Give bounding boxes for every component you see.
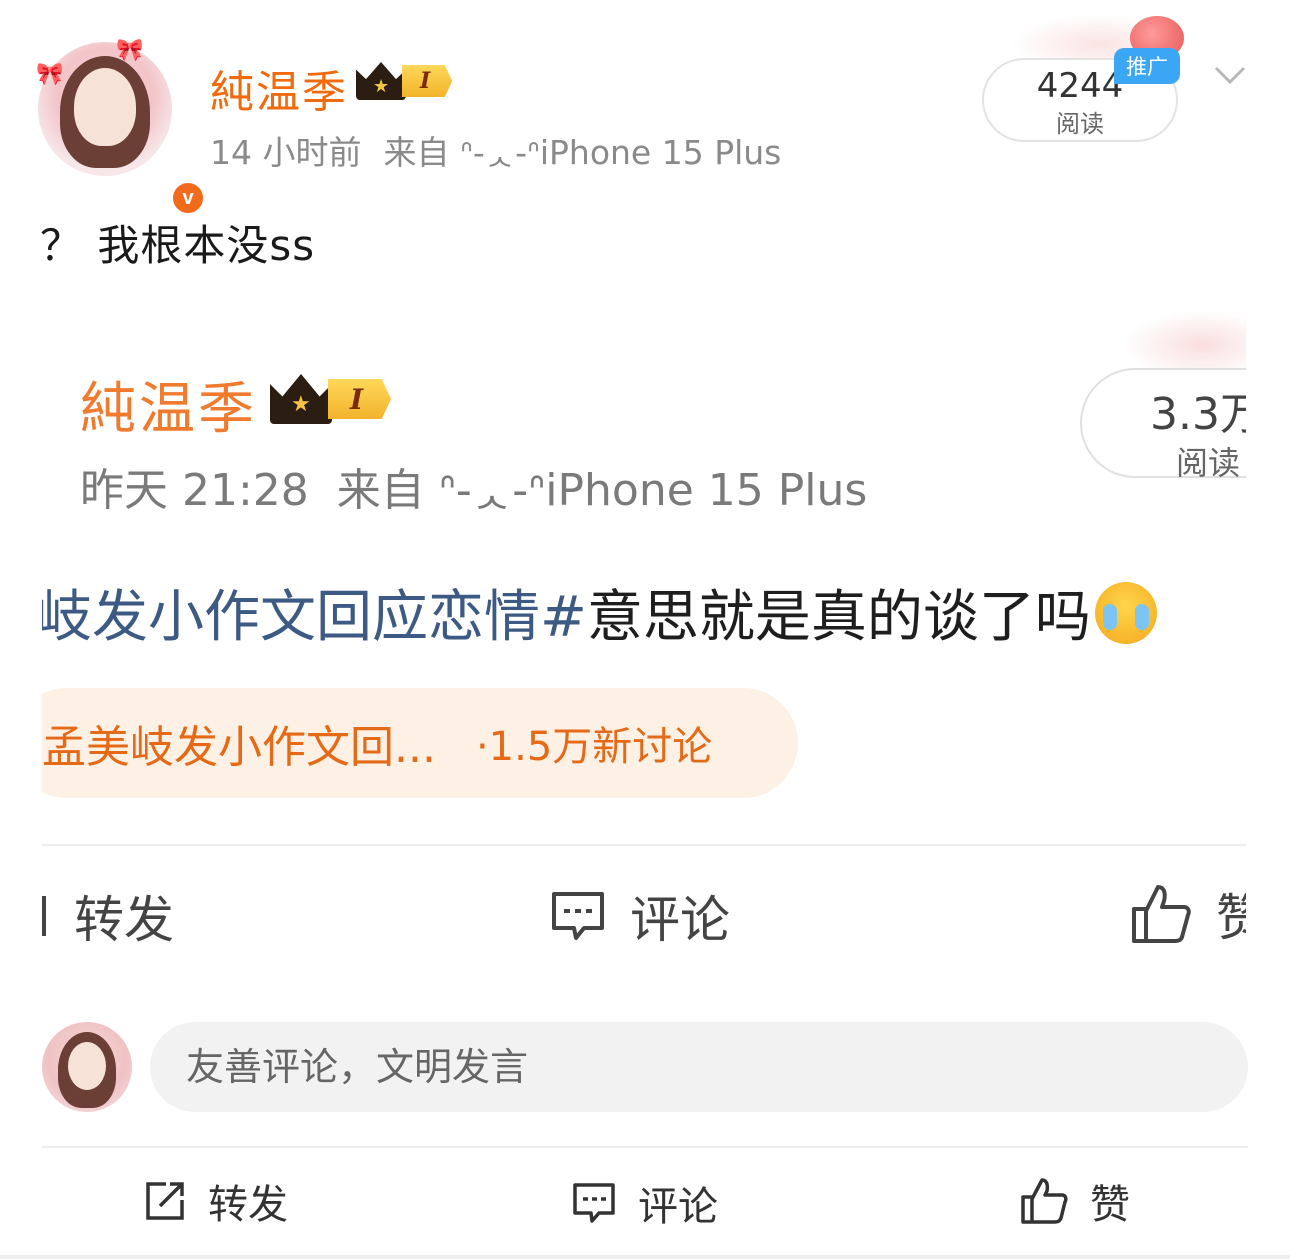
comment-button[interactable]: 评论 <box>572 1174 718 1232</box>
repost-icon <box>146 1182 184 1220</box>
embedded-level-badge: ★ I <box>270 374 392 424</box>
crown-icon: ★ <box>356 62 406 100</box>
embedded-comment: 评论 <box>550 880 730 952</box>
comment-label: 评论 <box>638 1184 718 1230</box>
embedded-comment-label: 评论 <box>630 891 730 949</box>
post-meta: 14 小时前 来自 ᐢ-ᆺ-ᐢiPhone 15 Plus <box>210 126 781 174</box>
divider <box>42 1146 1248 1148</box>
username[interactable]: 純温季 <box>210 56 348 120</box>
post-source: 来自 ᐢ-ᆺ-ᐢiPhone 15 Plus <box>383 133 782 172</box>
comment-input[interactable] <box>150 1022 1248 1112</box>
thumbs-up-icon <box>1132 885 1191 943</box>
level-tag: I <box>402 65 453 97</box>
read-label: 阅读 <box>1056 110 1104 138</box>
repost-icon <box>42 896 46 936</box>
promo-badge: 推广 <box>1114 48 1180 84</box>
weibo-post-view: 🎀 🎀 v 純温季 ★ I 14 小时前 来自 ᐢ-ᆺ-ᐢiPhone 15 Pl… <box>0 0 1290 1259</box>
embedded-topic-pill: 孟美岐发小作文回... ·1.5万新讨论 <box>42 688 798 798</box>
post-time: 14 小时前 <box>210 133 362 172</box>
bow-icon: 🎀 <box>36 62 64 87</box>
avatar-face <box>68 1042 106 1090</box>
chevron-down-icon[interactable] <box>1212 58 1248 94</box>
embedded-read-label: 阅读 <box>1176 444 1241 482</box>
like-button[interactable]: 赞 <box>1020 1172 1130 1230</box>
embedded-screenshot[interactable]: 純温季 ★ I 昨天 21:28 来自 ᐢ-ᆺ-ᐢiPhone 15 Plus 3… <box>42 310 1246 850</box>
current-user-avatar <box>42 1022 132 1112</box>
user-avatar[interactable]: 🎀 🎀 v <box>36 38 206 216</box>
embedded-source: 来自 ᐢ-ᆺ-ᐢiPhone 15 Plus <box>336 465 868 516</box>
comment-icon <box>573 1183 615 1223</box>
crying-emoji-icon <box>1094 582 1157 644</box>
repost-label: 转发 <box>208 1182 288 1228</box>
embedded-body-text: 意思就是真的谈了吗 <box>586 585 1091 650</box>
embedded-meta: 昨天 21:28 来自 ᐢ-ᆺ-ᐢiPhone 15 Plus <box>80 454 867 518</box>
repost-button[interactable]: 转发 <box>144 1172 288 1230</box>
post-text: ？ 我根本没ss <box>40 221 316 270</box>
bow-icon: 🎀 <box>116 38 144 63</box>
embedded-post-text: 岐发小作文回应恋情#意思就是真的谈了吗 <box>42 572 1157 653</box>
embedded-repost: 转发 <box>42 880 174 952</box>
topic-pill-title: 孟美岐发小作文回... <box>42 722 436 773</box>
embedded-action-bar: 转发 评论 赞 <box>42 860 1246 970</box>
embedded-like-label: 赞 <box>1216 889 1246 947</box>
member-level-badge[interactable]: ★ I <box>356 62 453 100</box>
avatar-face <box>74 68 136 146</box>
embedded-time: 昨天 21:28 <box>80 465 309 516</box>
verified-icon: v <box>170 180 206 216</box>
divider <box>42 844 1246 846</box>
crown-icon: ★ <box>270 374 332 424</box>
embedded-username: 純温季 <box>80 377 257 442</box>
comment-icon <box>552 892 604 940</box>
embedded-level-tag: I <box>328 379 392 419</box>
embedded-like: 赞 <box>1130 878 1246 950</box>
embedded-repost-label: 转发 <box>74 891 174 949</box>
like-label: 赞 <box>1090 1182 1130 1228</box>
embedded-read-count: 3.3万 <box>1150 389 1246 440</box>
embedded-topic-link: 岐发小作文回应恋情# <box>42 585 587 650</box>
embedded-read-pill: 3.3万 阅读 <box>1080 368 1246 482</box>
topic-pill-count: ·1.5万新讨论 <box>475 724 713 770</box>
bottom-edge <box>0 1255 1290 1259</box>
thumbs-up-icon <box>1021 1178 1068 1224</box>
